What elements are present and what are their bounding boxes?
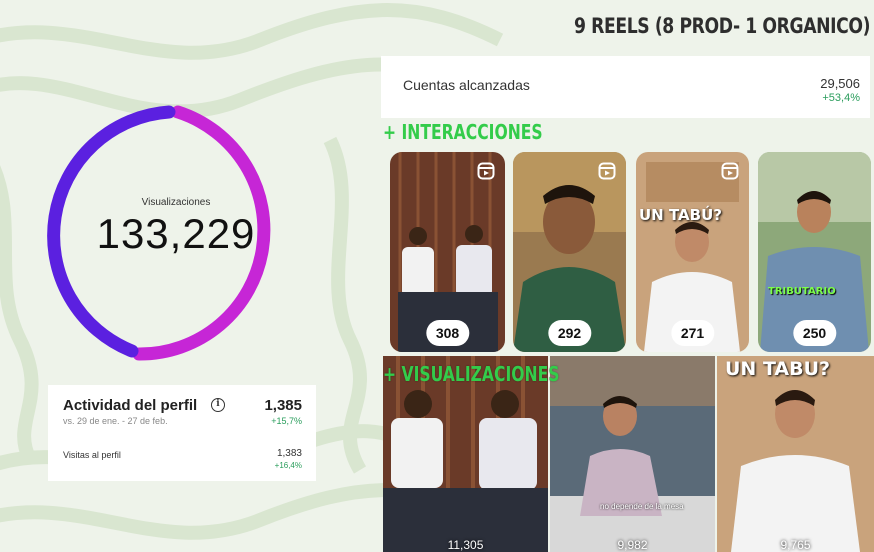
accounts-reached-card: Cuentas alcanzadas 29,506 +53,4%: [381, 56, 870, 118]
reel-overlay-text: UN TABU?: [725, 358, 831, 380]
profile-visits-value: 1,383: [276, 448, 302, 459]
reel-interaction-count: 271: [670, 320, 715, 346]
accounts-reached-value: 29,506: [820, 76, 860, 91]
info-icon[interactable]: i: [211, 398, 225, 412]
profile-activity-delta: +15,7%: [271, 416, 302, 426]
interaction-reel-1[interactable]: 308: [390, 152, 505, 352]
donut-caption: Visualizaciones: [141, 197, 211, 208]
reel-interaction-count: 292: [547, 320, 592, 346]
profile-visits-delta: +16,4%: [274, 461, 302, 470]
reels-icon: [721, 162, 739, 180]
views-reel-3[interactable]: UN TABU? 9,765: [717, 356, 874, 552]
reel-caption: no depende de la mesa: [600, 502, 684, 511]
profile-activity-range: vs. 29 de ene. - 27 de feb.: [63, 416, 168, 426]
reel-view-count: 11,305: [447, 538, 484, 552]
reels-icon: [477, 162, 495, 180]
profile-activity-value: 1,385: [264, 397, 302, 414]
reel-view-count: 9,982: [617, 538, 648, 552]
interaction-reel-3[interactable]: UN TABÚ? 271: [636, 152, 749, 352]
accounts-reached-label: Cuentas alcanzadas: [403, 77, 530, 93]
interactions-section-label: + INTERACCIONES: [383, 120, 543, 144]
profile-activity-title: Actividad del perfil: [63, 397, 198, 414]
views-section-label: + VISUALIZACIONES: [383, 362, 560, 386]
reel-interaction-count: 308: [425, 320, 470, 346]
interaction-reel-4[interactable]: TRIBUTARIO 250: [758, 152, 871, 352]
reel-interaction-count: 250: [792, 320, 837, 346]
profile-visits-label: Visitas al perfil: [63, 450, 121, 460]
reel-view-count: 9,765: [780, 538, 811, 552]
total-views-value: 133,229: [96, 210, 256, 257]
accounts-reached-delta: +53,4%: [822, 92, 860, 104]
reel-overlay-text: UN TABÚ?: [639, 206, 722, 224]
reel-overlay-text: TRIBUTARIO: [768, 286, 836, 297]
interaction-reel-2[interactable]: 292: [513, 152, 626, 352]
reels-icon: [598, 162, 616, 180]
views-reel-2[interactable]: no depende de la mesa 9,982: [550, 356, 715, 552]
profile-activity-card: Actividad del perfil i 1,385 vs. 29 de e…: [48, 385, 316, 481]
reels-summary-title: 9 REELS (8 PROD- 1 ORGANICO): [573, 14, 870, 38]
